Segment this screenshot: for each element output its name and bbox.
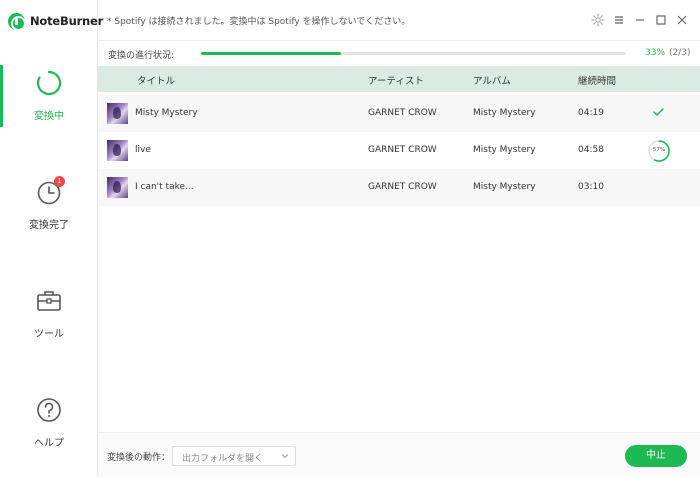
progress-label: 変換の進行状況: bbox=[108, 51, 175, 61]
column-header-title: タイトル bbox=[137, 76, 176, 87]
overall-progress: 変換の進行状況: 33% (2/3) bbox=[98, 41, 700, 66]
column-header-duration: 継続時間 bbox=[578, 76, 617, 87]
column-header-artist: アーティスト bbox=[368, 76, 424, 87]
noteburner-logo-icon bbox=[8, 12, 26, 31]
top-bar: * Spotify は接続されました。変換中は Spotify を操作しないでく… bbox=[98, 0, 700, 41]
notification-badge: 1 bbox=[54, 176, 65, 187]
column-header-album: アルバム bbox=[473, 76, 511, 87]
progress-count: (2/3) bbox=[669, 48, 691, 58]
progress-bar-fill bbox=[201, 52, 342, 55]
sidebar: NoteBurner 変換中 1 変換完了 ツール ヘルプ bbox=[0, 0, 103, 477]
table-row[interactable]: I can't take... GARNET CROW Misty Myster… bbox=[98, 169, 700, 206]
track-artist: GARNET CROW bbox=[368, 108, 437, 118]
after-conversion-value: 出力フォルダを開く bbox=[182, 454, 264, 464]
sidebar-item-completed[interactable]: 1 変換完了 bbox=[0, 176, 98, 241]
sidebar-item-label: ツール bbox=[34, 329, 64, 340]
sidebar-item-tools[interactable]: ツール bbox=[0, 288, 98, 350]
sidebar-item-label: 変換完了 bbox=[29, 220, 69, 231]
track-title: I can't take... bbox=[135, 182, 194, 192]
track-artist: GARNET CROW bbox=[368, 182, 437, 192]
album-cover bbox=[107, 177, 128, 198]
app-logo: NoteBurner bbox=[8, 11, 103, 31]
track-album: Misty Mystery bbox=[473, 145, 536, 155]
maximize-icon[interactable] bbox=[654, 13, 668, 27]
progress-bar bbox=[201, 52, 626, 55]
after-conversion-select[interactable]: 出力フォルダを開く bbox=[172, 446, 296, 466]
track-duration: 04:19 bbox=[578, 108, 604, 118]
close-icon[interactable] bbox=[675, 13, 689, 27]
track-duration: 03:10 bbox=[578, 182, 604, 192]
conversion-percent: 57% bbox=[652, 147, 666, 153]
chevron-down-icon bbox=[281, 454, 289, 459]
bottom-bar: 変換後の動作： 出力フォルダを開く 中止 bbox=[98, 432, 700, 477]
app-name: NoteBurner bbox=[30, 14, 104, 28]
table-row[interactable]: live GARNET CROW Misty Mystery 04:58 57% bbox=[98, 132, 700, 169]
completed-check-icon bbox=[653, 108, 664, 116]
sidebar-item-label: ヘルプ bbox=[34, 438, 64, 449]
track-album: Misty Mystery bbox=[473, 182, 536, 192]
settings-gear-icon[interactable] bbox=[591, 13, 605, 27]
table-row[interactable]: Misty Mystery GARNET CROW Misty Mystery … bbox=[98, 95, 700, 132]
progress-percent: 33% bbox=[645, 48, 666, 58]
stop-button[interactable]: 中止 bbox=[625, 445, 687, 467]
sidebar-item-help[interactable]: ヘルプ bbox=[0, 397, 98, 459]
after-conversion-label: 変換後の動作： bbox=[107, 453, 171, 463]
album-cover bbox=[107, 140, 128, 161]
converting-icon bbox=[36, 70, 62, 96]
track-title: Misty Mystery bbox=[135, 108, 198, 118]
spotify-status-notice: * Spotify は接続されました。変換中は Spotify を操作しないでく… bbox=[107, 17, 411, 27]
track-artist: GARNET CROW bbox=[368, 145, 437, 155]
toolbox-icon bbox=[37, 291, 61, 311]
track-duration: 04:58 bbox=[578, 145, 604, 155]
help-icon bbox=[37, 398, 61, 422]
sidebar-item-converting[interactable]: 変換中 bbox=[0, 70, 98, 132]
sidebar-item-label: 変換中 bbox=[34, 111, 64, 122]
minimize-icon[interactable] bbox=[633, 13, 647, 27]
album-cover bbox=[107, 103, 128, 124]
track-album: Misty Mystery bbox=[473, 108, 536, 118]
menu-icon[interactable] bbox=[612, 13, 626, 27]
table-header: タイトル アーティスト アルバム 継続時間 bbox=[98, 66, 700, 92]
track-title: live bbox=[135, 145, 151, 155]
